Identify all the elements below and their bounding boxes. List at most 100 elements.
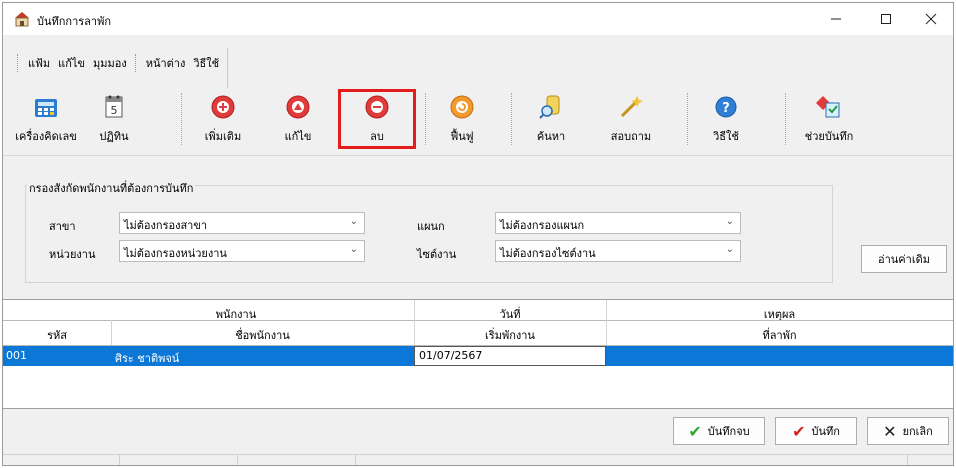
restore-icon — [450, 95, 474, 119]
calculator-button[interactable]: เครื่องคิดเลข — [9, 89, 83, 149]
add-label: เพิ่มเติม — [204, 130, 242, 143]
toolbar-grip[interactable] — [687, 93, 690, 145]
search-label: ค้นหา — [536, 130, 566, 143]
save-close-button[interactable]: ✔ บันทึกจบ — [673, 417, 765, 445]
save-close-label: บันทึกจบ — [707, 425, 750, 438]
search-icon — [539, 95, 560, 119]
cancel-label: ยกเลิก — [902, 425, 933, 438]
toolbar-divider — [3, 155, 953, 156]
toolbar-grip[interactable] — [511, 93, 514, 145]
magic-wand-icon — [620, 96, 643, 118]
svg-text:?: ? — [722, 101, 730, 116]
chevron-down-icon: ⌄ — [725, 244, 734, 255]
app-icon — [15, 12, 29, 27]
filter-group-title: กรองสังกัดพนักงานที่ต้องการบันทึก — [27, 179, 196, 197]
unit-value: ไม่ต้องกรองหน่วยงาน — [124, 247, 227, 260]
department-value: ไม่ต้องกรองแผนก — [500, 219, 585, 232]
unit-label: หน่วยงาน — [49, 248, 96, 261]
minimize-icon — [831, 18, 841, 20]
menu-help[interactable]: วิธีใช้ — [189, 54, 223, 72]
up-circle-icon — [286, 95, 310, 119]
menu-window[interactable]: หน้าต่าง — [142, 54, 190, 72]
toolbar: เครื่องคิดเลข 5 ปฏิทิน เพิ่มเติม แก้ไข ล… — [7, 83, 947, 153]
branch-select[interactable]: ไม่ต้องกรองสาขา ⌄ — [119, 212, 365, 234]
grid-col-reason[interactable]: ที่ลาพัก — [606, 326, 953, 344]
check-icon: ✔ — [688, 421, 702, 441]
close-button[interactable] — [908, 3, 953, 35]
close-icon — [925, 13, 937, 25]
edit-label: แก้ไข — [284, 130, 312, 143]
status-divider — [355, 455, 356, 465]
svg-text:5: 5 — [111, 104, 118, 117]
calculator-icon — [35, 99, 57, 117]
cancel-button[interactable]: ✕ ยกเลิก — [867, 417, 949, 445]
chevron-down-icon: ⌄ — [349, 216, 358, 227]
save-button[interactable]: ✔ บันทึก — [775, 417, 857, 445]
site-select[interactable]: ไม่ต้องกรองไซต์งาน ⌄ — [495, 240, 741, 262]
branch-label: สาขา — [49, 220, 76, 233]
assist-button[interactable]: ช่วยบันทึก — [791, 89, 867, 149]
site-label: ไซต์งาน — [417, 248, 457, 261]
help-icon: ? — [715, 96, 737, 118]
restore-button[interactable]: ฟื้นฟู — [437, 89, 487, 149]
toolbar-grip[interactable] — [425, 93, 428, 145]
calculator-label: เครื่องคิดเลข — [15, 130, 77, 143]
inquiry-button[interactable]: สอบถาม — [603, 89, 659, 149]
reload-button[interactable]: อ่านค่าเดิม — [861, 245, 947, 273]
inquiry-label: สอบถาม — [610, 130, 652, 143]
table-row[interactable]: 001 ศิระ ชาติพจน์ 01/07/2567 — [3, 346, 953, 366]
help-label: วิธีใช้ — [713, 130, 739, 143]
calendar-button[interactable]: 5 ปฏิทิน — [87, 89, 141, 149]
title-bar: บันทึกการลาพัก — [3, 3, 953, 35]
assist-label: ช่วยบันทึก — [804, 130, 854, 143]
site-value: ไม่ต้องกรองไซต์งาน — [500, 247, 596, 260]
grid-col-name[interactable]: ชื่อพนักงาน — [111, 326, 414, 344]
grid-col-divider — [414, 300, 415, 346]
close-icon: ✕ — [883, 421, 897, 441]
menu-grip[interactable] — [17, 54, 20, 72]
row-code[interactable]: 001 — [6, 349, 27, 362]
department-select[interactable]: ไม่ต้องกรองแผนก ⌄ — [495, 212, 741, 234]
maximize-icon — [881, 14, 891, 24]
branch-value: ไม่ต้องกรองสาขา — [124, 219, 208, 232]
toolbar-grip[interactable] — [181, 93, 184, 145]
status-bar — [3, 454, 953, 465]
row-name[interactable]: ศิระ ชาติพจน์ — [115, 349, 179, 367]
grid-col-code[interactable]: รหัส — [3, 326, 111, 344]
search-button[interactable]: ค้นหา — [523, 89, 579, 149]
assist-icon — [816, 96, 840, 118]
calendar-icon: 5 — [105, 95, 123, 118]
leave-record-window: บันทึกการลาพัก แฟ้ม แก้ไข มุมมอง หน้าต่า… — [2, 2, 954, 466]
minimize-button[interactable] — [813, 3, 859, 35]
menu-grip[interactable] — [134, 54, 138, 72]
menu-edit[interactable]: แก้ไข — [54, 54, 89, 72]
toolbar-grip[interactable] — [785, 93, 788, 145]
save-label: บันทึก — [811, 425, 840, 438]
window-title: บันทึกการลาพัก — [37, 15, 111, 28]
plus-circle-icon — [211, 95, 235, 119]
chevron-down-icon: ⌄ — [725, 216, 734, 227]
maximize-button[interactable] — [863, 3, 909, 35]
grid-col-divider — [606, 300, 607, 346]
grid-header-divider — [3, 320, 953, 321]
leave-grid: พนักงาน วันที่ เหตุผล รหัส ชื่อพนักงาน เ… — [3, 299, 953, 409]
menu-view[interactable]: มุมมอง — [89, 54, 131, 72]
status-divider — [237, 455, 238, 465]
add-button[interactable]: เพิ่มเติม — [195, 89, 251, 149]
chevron-down-icon: ⌄ — [349, 244, 358, 255]
menu-file[interactable]: แฟ้ม — [24, 54, 54, 72]
edit-button[interactable]: แก้ไข — [273, 89, 323, 149]
menu-separator — [227, 48, 229, 88]
grid-col-start[interactable]: เริ่มพักงาน — [414, 326, 606, 344]
restore-label: ฟื้นฟู — [450, 130, 474, 143]
help-button[interactable]: ? วิธีใช้ — [701, 89, 751, 149]
calendar-label: ปฏิทิน — [99, 130, 129, 143]
check-icon: ✔ — [792, 421, 806, 441]
department-label: แผนก — [417, 220, 445, 233]
row-start-date-input[interactable]: 01/07/2567 — [414, 346, 606, 366]
delete-highlight — [338, 89, 416, 149]
menu-bar: แฟ้ม แก้ไข มุมมอง หน้าต่าง วิธีใช้ — [13, 48, 232, 88]
status-divider — [119, 455, 120, 465]
unit-select[interactable]: ไม่ต้องกรองหน่วยงาน ⌄ — [119, 240, 365, 262]
grid-col-divider — [111, 320, 112, 346]
